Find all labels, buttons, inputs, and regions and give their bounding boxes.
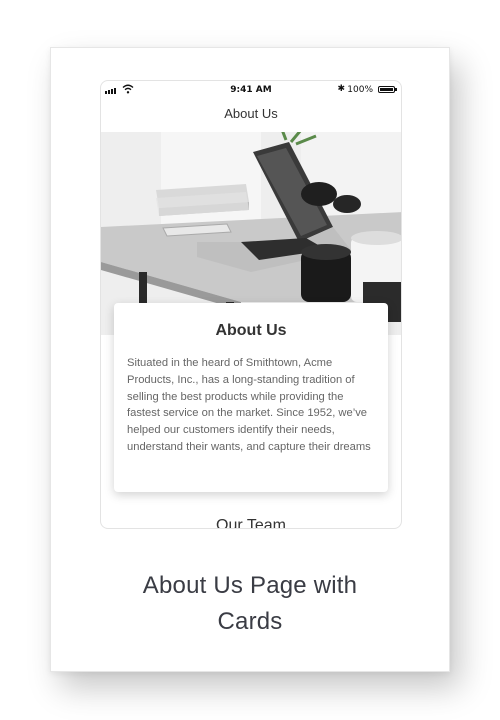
bluetooth-icon: ✱ <box>337 84 345 94</box>
about-card-title: About Us <box>215 322 287 339</box>
status-bar: 9:41 AM ✱ 100% <box>101 81 401 99</box>
phone-mockup: 9:41 AM ✱ 100% About Us About Us Situate… <box>100 80 402 529</box>
caption-line-2: Cards <box>217 608 283 635</box>
battery-percentage: 100% <box>347 85 373 95</box>
page-caption: About Us Page with Cards <box>51 568 449 640</box>
team-heading: Our Team <box>216 517 286 529</box>
nav-title: About Us <box>224 106 278 121</box>
about-card-body: Situated in the heard of Smithtown, Acme… <box>127 357 371 453</box>
caption-line-1: About Us Page with <box>142 572 358 599</box>
battery-icon <box>378 86 397 93</box>
preview-card: 9:41 AM ✱ 100% About Us About Us Situate… <box>50 47 450 672</box>
about-card: About Us Situated in the heard of Smitht… <box>114 303 388 492</box>
